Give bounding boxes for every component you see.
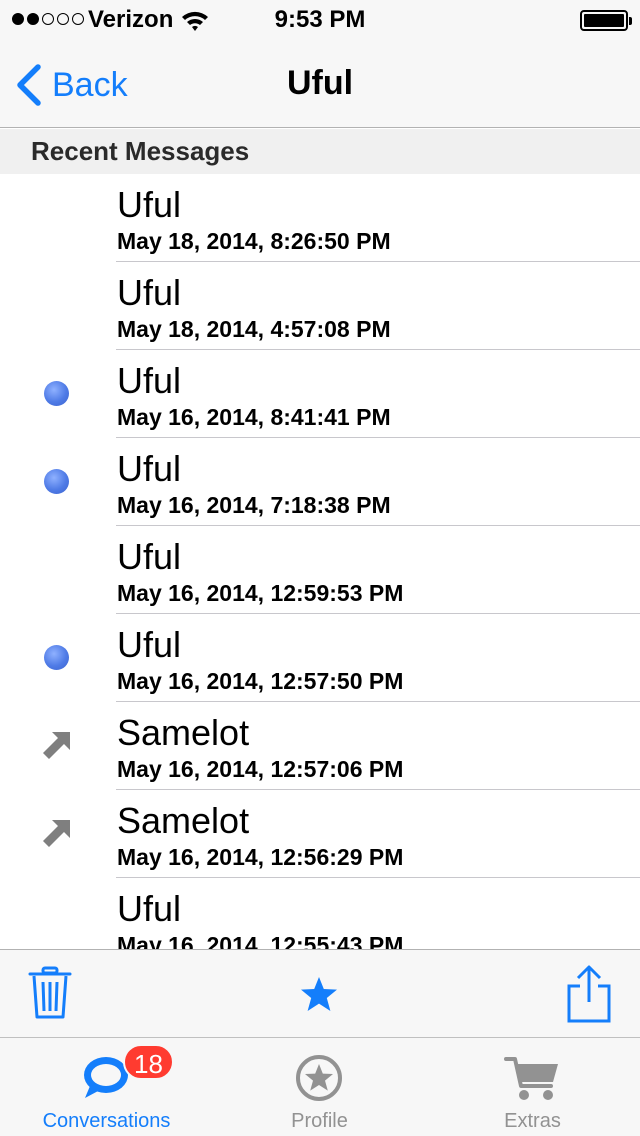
message-row[interactable]: Uful May 18, 2014, 4:57:08 PM bbox=[0, 262, 640, 350]
message-list[interactable]: Uful May 18, 2014, 8:26:50 PM Uful May 1… bbox=[0, 174, 640, 949]
message-date: May 18, 2014, 4:57:08 PM bbox=[117, 316, 391, 342]
battery-icon bbox=[580, 10, 632, 31]
star-circle-icon bbox=[296, 1055, 342, 1101]
share-icon[interactable] bbox=[566, 964, 612, 1024]
section-title: Recent Messages bbox=[31, 136, 250, 166]
message-row[interactable]: Uful May 16, 2014, 8:41:41 PM bbox=[0, 350, 640, 438]
status-time: 9:53 PM bbox=[274, 6, 366, 33]
message-date: May 16, 2014, 12:55:43 PM bbox=[117, 932, 404, 949]
message-row[interactable]: Samelot May 16, 2014, 12:57:06 PM bbox=[0, 702, 640, 790]
cart-icon bbox=[504, 1057, 558, 1100]
message-date: May 16, 2014, 7:18:38 PM bbox=[117, 492, 391, 518]
page-title: Uful bbox=[286, 64, 354, 102]
message-date: May 18, 2014, 8:26:50 PM bbox=[117, 228, 391, 254]
message-date: May 16, 2014, 12:57:50 PM bbox=[117, 668, 404, 694]
message-date: May 16, 2014, 12:56:29 PM bbox=[117, 844, 404, 870]
sender-name: Uful bbox=[117, 888, 182, 929]
unread-dot-icon bbox=[44, 381, 69, 406]
sender-name: Uful bbox=[117, 448, 182, 489]
sender-name: Uful bbox=[117, 272, 182, 313]
sender-name: Uful bbox=[117, 536, 182, 577]
unread-dot-icon bbox=[44, 645, 69, 670]
message-date: May 16, 2014, 12:59:53 PM bbox=[117, 580, 404, 606]
sent-arrow-icon bbox=[43, 820, 70, 847]
message-date: May 16, 2014, 8:41:41 PM bbox=[117, 404, 391, 430]
message-date: May 16, 2014, 12:57:06 PM bbox=[117, 756, 404, 782]
sender-name: Uful bbox=[117, 624, 182, 665]
sender-name: Samelot bbox=[117, 712, 250, 753]
tab-label: Conversations bbox=[42, 1110, 171, 1132]
star-icon[interactable] bbox=[300, 976, 338, 1012]
trash-icon[interactable] bbox=[28, 966, 72, 1020]
tab-conversations[interactable]: 18 Conversations bbox=[0, 1038, 213, 1136]
message-row[interactable]: Uful May 18, 2014, 8:26:50 PM bbox=[0, 174, 640, 262]
message-row[interactable]: Uful May 16, 2014, 12:57:50 PM bbox=[0, 614, 640, 702]
section-header: Recent Messages bbox=[0, 129, 640, 174]
status-bar: Verizon 9:53 PM bbox=[0, 0, 640, 40]
unread-dot-icon bbox=[44, 469, 69, 494]
sender-name: Uful bbox=[117, 360, 182, 401]
sent-arrow-icon bbox=[43, 732, 70, 759]
message-row[interactable]: Uful May 16, 2014, 12:59:53 PM bbox=[0, 526, 640, 614]
message-row[interactable]: Uful May 16, 2014, 7:18:38 PM bbox=[0, 438, 640, 526]
tab-extras[interactable]: Extras bbox=[426, 1038, 639, 1136]
sender-name: Uful bbox=[117, 184, 182, 225]
sender-name: Samelot bbox=[117, 800, 250, 841]
tab-profile[interactable]: Profile bbox=[213, 1038, 426, 1136]
tab-label: Extras bbox=[504, 1110, 561, 1132]
toolbar bbox=[0, 949, 640, 1037]
message-row[interactable]: Samelot May 16, 2014, 12:56:29 PM bbox=[0, 790, 640, 878]
tab-label: Profile bbox=[291, 1110, 348, 1132]
navigation-bar: Verizon 9:53 PM Back Uful bbox=[0, 0, 640, 128]
tab-bar: 18 Conversations Profile Extras bbox=[0, 1037, 640, 1136]
unread-badge: 18 bbox=[123, 1044, 174, 1080]
message-row[interactable]: Uful May 16, 2014, 12:55:43 PM bbox=[0, 878, 640, 949]
